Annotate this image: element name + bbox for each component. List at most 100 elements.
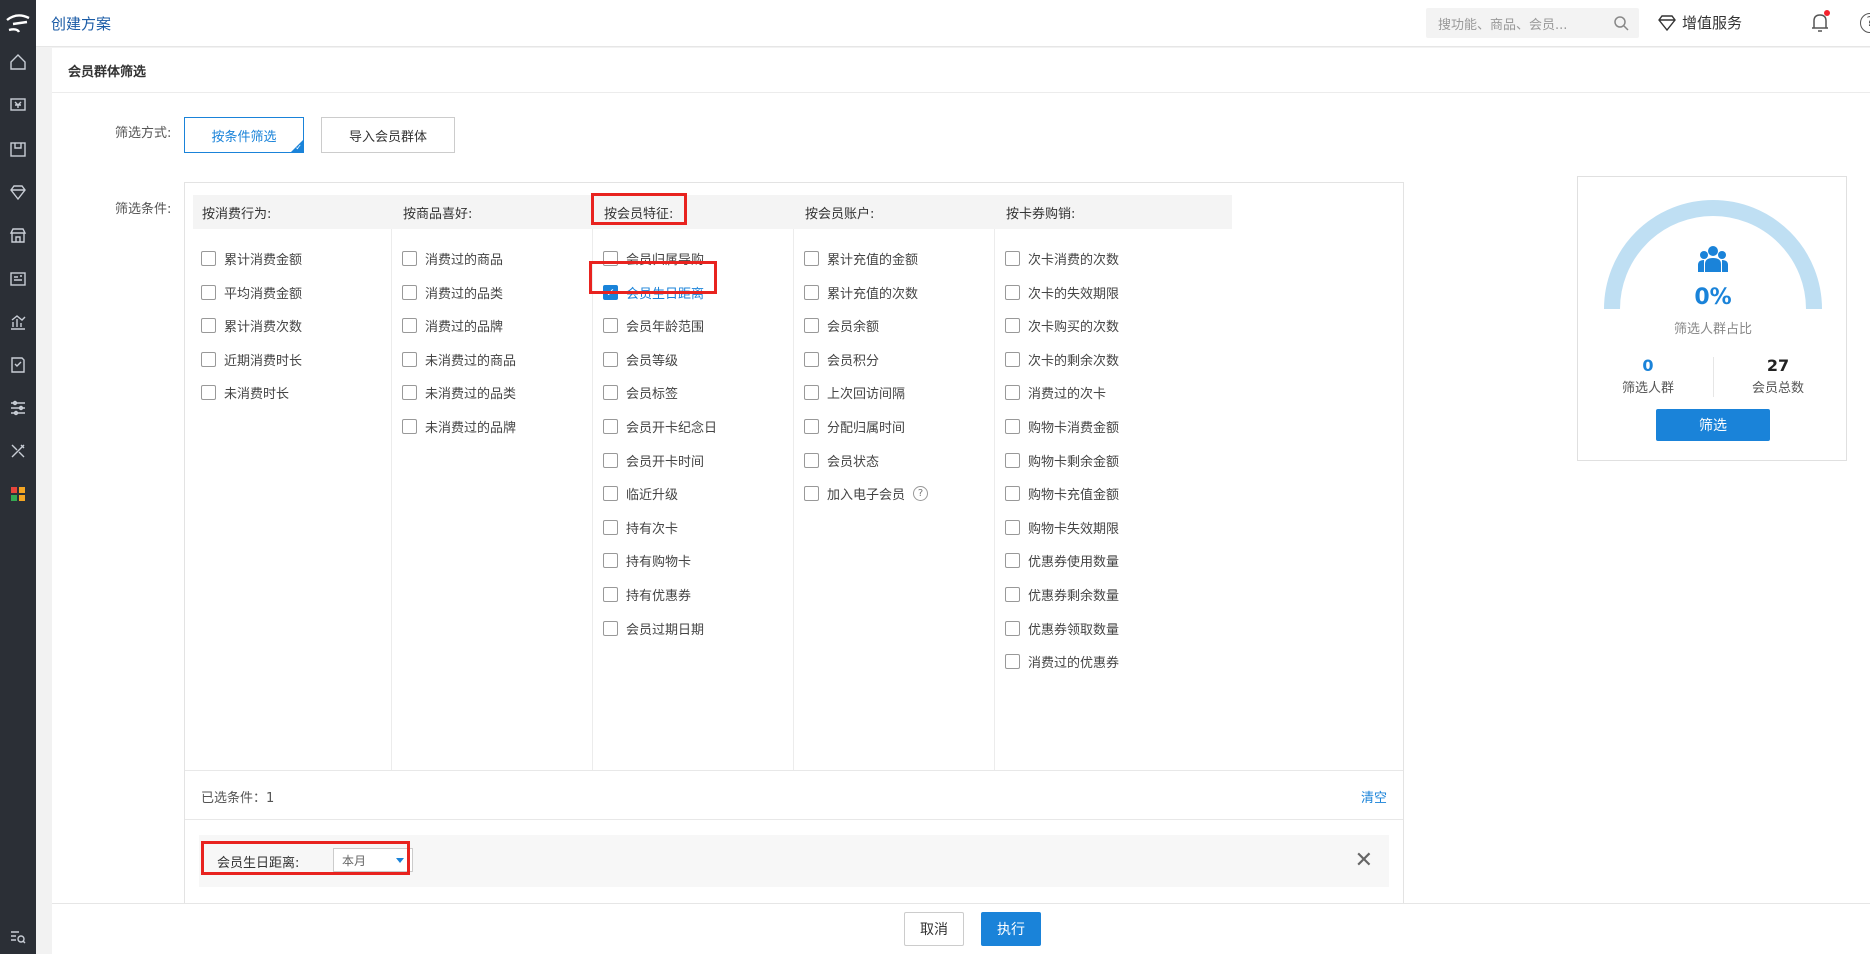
search-list-icon[interactable] — [7, 926, 29, 948]
condition-option[interactable]: 会员余额 — [804, 316, 879, 335]
shop-icon[interactable] — [7, 224, 29, 246]
checkbox[interactable] — [402, 419, 417, 434]
condition-option[interactable]: 持有次卡 — [603, 518, 678, 537]
tools-icon[interactable] — [7, 440, 29, 462]
condition-option[interactable]: 累计消费次数 — [201, 316, 302, 335]
condition-option[interactable]: 消费过的次卡 — [1005, 383, 1106, 402]
checkbox[interactable] — [402, 318, 417, 334]
goods-icon[interactable] — [7, 138, 29, 160]
condition-option[interactable]: 购物卡消费金额 — [1005, 417, 1119, 436]
condition-option[interactable]: 未消费时长 — [201, 383, 289, 402]
checkbox[interactable] — [1005, 318, 1020, 334]
logo[interactable] — [0, 0, 36, 48]
filter-button[interactable]: 筛选 — [1656, 409, 1770, 441]
checkbox[interactable] — [1005, 553, 1020, 569]
checkbox[interactable] — [603, 620, 618, 636]
condition-option[interactable]: 消费过的品牌 — [402, 316, 503, 335]
condition-option[interactable]: 临近升级 — [603, 484, 678, 503]
condition-option[interactable]: 会员状态 — [804, 451, 879, 470]
condition-option[interactable]: 会员标签 — [603, 383, 678, 402]
checkbox[interactable] — [1005, 654, 1020, 670]
search-input[interactable]: 搜功能、商品、会员... — [1426, 8, 1639, 38]
condition-option[interactable]: 会员积分 — [804, 350, 879, 369]
checkbox[interactable] — [1005, 486, 1020, 502]
checkbox[interactable] — [1005, 519, 1020, 535]
checkbox[interactable] — [201, 385, 216, 401]
condition-option[interactable]: 优惠券剩余数量 — [1005, 585, 1119, 604]
condition-option[interactable]: 消费过的优惠券 — [1005, 652, 1119, 671]
checkbox[interactable] — [201, 318, 216, 334]
checkbox[interactable] — [402, 251, 417, 266]
checkbox[interactable] — [1005, 419, 1020, 434]
condition-option[interactable]: 累计充值的金额 — [804, 249, 918, 268]
condition-option[interactable]: 会员年龄范围 — [603, 316, 704, 335]
filter-by-condition-button[interactable]: 按条件筛选 ✓ — [184, 117, 304, 153]
checkbox[interactable] — [804, 385, 819, 401]
condition-option[interactable]: 分配归属时间 — [804, 417, 905, 436]
condition-option[interactable]: 累计消费金额 — [201, 249, 302, 268]
checkbox[interactable] — [402, 284, 417, 300]
condition-option[interactable]: 未消费过的品类 — [402, 383, 516, 402]
checkbox[interactable] — [804, 486, 819, 502]
checkbox[interactable] — [804, 452, 819, 468]
checkbox[interactable] — [804, 284, 819, 300]
checkbox[interactable] — [1005, 452, 1020, 468]
condition-option[interactable]: 会员开卡时间 — [603, 451, 704, 470]
import-group-button[interactable]: 导入会员群体 — [321, 117, 455, 153]
checkbox[interactable] — [804, 318, 819, 334]
checkbox[interactable] — [603, 587, 618, 602]
checkbox[interactable] — [201, 251, 216, 266]
close-icon[interactable]: ✕ — [1355, 848, 1373, 873]
bell-icon[interactable] — [1810, 10, 1832, 34]
execute-button[interactable]: 执行 — [981, 912, 1041, 946]
condition-option[interactable]: 未消费过的品牌 — [402, 417, 516, 436]
checkbox[interactable] — [603, 486, 618, 502]
checkbox[interactable] — [402, 385, 417, 401]
checkbox[interactable] — [1005, 251, 1020, 266]
condition-option[interactable]: 会员等级 — [603, 350, 678, 369]
checkbox[interactable] — [201, 284, 216, 300]
checkbox[interactable] — [603, 318, 618, 334]
checkbox[interactable] — [1005, 620, 1020, 636]
checkbox[interactable] — [603, 385, 618, 401]
checkbox[interactable] — [1005, 385, 1020, 401]
condition-option[interactable]: 会员开卡纪念日 — [603, 417, 717, 436]
checkbox[interactable] — [603, 351, 618, 367]
checkbox[interactable] — [1005, 587, 1020, 602]
condition-option[interactable]: 次卡的剩余次数 — [1005, 350, 1119, 369]
condition-option[interactable]: 未消费过的商品 — [402, 350, 516, 369]
cancel-button[interactable]: 取消 — [904, 912, 964, 946]
condition-option[interactable]: 优惠券领取数量 — [1005, 619, 1119, 638]
condition-option[interactable]: 购物卡充值金额 — [1005, 484, 1119, 503]
home-icon[interactable] — [7, 51, 29, 73]
condition-option[interactable]: 近期消费时长 — [201, 350, 302, 369]
help-icon[interactable]: ? — [1860, 13, 1870, 33]
checkbox[interactable] — [603, 452, 618, 468]
search-icon[interactable] — [1613, 15, 1629, 31]
condition-option[interactable]: 优惠券使用数量 — [1005, 551, 1119, 570]
doc-icon[interactable] — [7, 354, 29, 376]
condition-option[interactable]: 加入电子会员? — [804, 484, 929, 503]
condition-option[interactable]: 购物卡剩余金额 — [1005, 451, 1119, 470]
report-icon[interactable] — [7, 311, 29, 333]
apps-icon[interactable] — [7, 483, 29, 505]
finance-icon[interactable] — [7, 94, 29, 116]
checkbox[interactable] — [1005, 284, 1020, 300]
condition-option[interactable]: 消费过的商品 — [402, 249, 503, 268]
value-service-link[interactable]: 增值服务 — [1658, 12, 1742, 33]
settings-icon[interactable] — [7, 397, 29, 419]
checkbox[interactable] — [804, 251, 819, 266]
condition-option[interactable]: 购物卡失效期限 — [1005, 518, 1119, 537]
checkbox[interactable] — [402, 351, 417, 367]
help-icon[interactable]: ? — [913, 486, 929, 502]
checkbox[interactable] — [804, 351, 819, 367]
member-icon[interactable] — [7, 181, 29, 203]
checkbox[interactable] — [1005, 351, 1020, 367]
clear-button[interactable]: 清空 — [1361, 787, 1387, 806]
condition-option[interactable]: 次卡的失效期限 — [1005, 283, 1119, 302]
condition-option[interactable]: 次卡购买的次数 — [1005, 316, 1119, 335]
card-icon[interactable] — [7, 268, 29, 290]
condition-option[interactable]: 次卡消费的次数 — [1005, 249, 1119, 268]
checkbox[interactable] — [201, 351, 216, 367]
checkbox[interactable] — [804, 419, 819, 434]
